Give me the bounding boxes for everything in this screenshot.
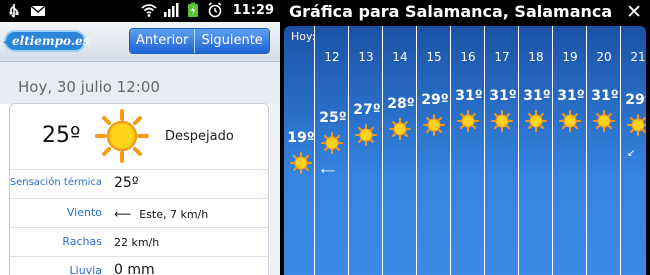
wind-arrow-icon: ⟵ (321, 166, 336, 177)
scroll-gutter (270, 104, 280, 275)
signal-icon (163, 3, 179, 17)
sun-icon (491, 110, 513, 132)
email-icon (30, 5, 46, 16)
forecast-column: 17 31º (484, 26, 518, 275)
forecast-column: 14 28º (382, 26, 416, 275)
nav-button-group: Anterior Siguiente (129, 28, 270, 54)
status-time: 11:29 (232, 2, 274, 18)
detail-label: Rachas (62, 235, 102, 248)
detail-label: Viento (66, 206, 102, 219)
day-label: 16 (460, 50, 476, 64)
detail-value: 0 mm (114, 262, 155, 275)
sun-icon (290, 152, 312, 174)
day-label: 17 (494, 50, 510, 64)
detail-row: Sensación térmica 25º (10, 170, 268, 199)
wind-arrow-icon: ↙ (627, 148, 636, 159)
sun-icon (321, 132, 343, 154)
sun-icon (559, 110, 581, 132)
detail-row: Rachas 22 km/h (10, 228, 268, 257)
right-app-pane: Gráfica para Salamanca, Salamanca ✕ Hoy:… (280, 0, 650, 275)
forecast-column: 19 31º (552, 26, 586, 275)
prev-button[interactable]: Anterior (130, 29, 195, 53)
forecast-column: 19º (284, 26, 318, 275)
forecast-column: 21 29º ↙ (620, 26, 646, 275)
sun-icon (457, 110, 479, 132)
wind-arrow-icon: ⟵ (114, 207, 132, 221)
day-label: 15 (426, 50, 442, 64)
app-toolbar: ◀ eltiempo.es Anterior Siguiente (0, 22, 280, 62)
detail-row: Lluvia 0 mm (10, 257, 268, 275)
sun-icon (95, 109, 149, 163)
graph-title: Gráfica para Salamanca, Salamanca (289, 2, 613, 21)
day-label: 20 (596, 50, 612, 64)
day-label: 12 (324, 50, 340, 64)
detail-label: Sensación térmica (9, 177, 102, 188)
detail-value: 25º (114, 175, 139, 191)
forecast-column: 18 31º (518, 26, 552, 275)
wifi-icon (141, 4, 157, 17)
date-label: Hoy, 30 julio 12:00 (18, 78, 160, 96)
forecast-column: 20 31º (586, 26, 620, 275)
sun-icon (423, 114, 445, 136)
eltiempo-logo[interactable]: ◀ eltiempo.es (3, 30, 90, 52)
current-weather-card: 25º Despejado Sensación térmica 25º Vien… (9, 103, 269, 275)
detail-label: Lluvia (69, 264, 102, 275)
sun-icon (593, 110, 615, 132)
forecast-column: 15 29º (416, 26, 450, 275)
close-icon[interactable]: ✕ (626, 1, 642, 23)
back-arrow-icon: ◀ (3, 37, 11, 48)
next-button[interactable]: Siguiente (194, 29, 269, 53)
logo-text: eltiempo.es (12, 34, 90, 48)
day-label: 13 (358, 50, 374, 64)
forecast-column: 12 25º ⟵ (314, 26, 348, 275)
forecast-column: 13 27º (348, 26, 382, 275)
current-summary: 25º Despejado (10, 104, 268, 170)
condition-text: Despejado (165, 129, 234, 144)
forecast-chart: Hoy: 19º 12 25º ⟵ 13 27º 14 28º 15 29º 16 31º 17 31º 1… (284, 26, 646, 275)
sun-icon (355, 124, 377, 146)
day-label: 21 (630, 50, 646, 64)
forecast-column: 16 31º (450, 26, 484, 275)
status-bar: 11:29 (0, 0, 280, 22)
current-temperature: 25º (42, 123, 81, 148)
detail-row: Viento ⟵ Este, 7 km/h (10, 199, 268, 228)
temp-value: 29º (625, 92, 646, 108)
date-header: Hoy, 30 julio 12:00 (0, 62, 280, 104)
day-label: 14 (392, 50, 408, 64)
day-label: 18 (528, 50, 544, 64)
sun-icon (525, 110, 547, 132)
detail-value: Este, 7 km/h (139, 208, 209, 221)
alarm-icon (208, 2, 222, 18)
day-label: 19 (562, 50, 578, 64)
detail-value: 22 km/h (114, 236, 160, 249)
usb-icon (9, 4, 19, 18)
detail-value-wrap: ⟵ Este, 7 km/h (114, 207, 208, 221)
left-app-pane: 11:29 ◀ eltiempo.es Anterior Siguiente H… (0, 0, 280, 275)
sun-icon (627, 114, 646, 136)
battery-charging-icon (187, 2, 198, 17)
sun-icon (389, 118, 411, 140)
